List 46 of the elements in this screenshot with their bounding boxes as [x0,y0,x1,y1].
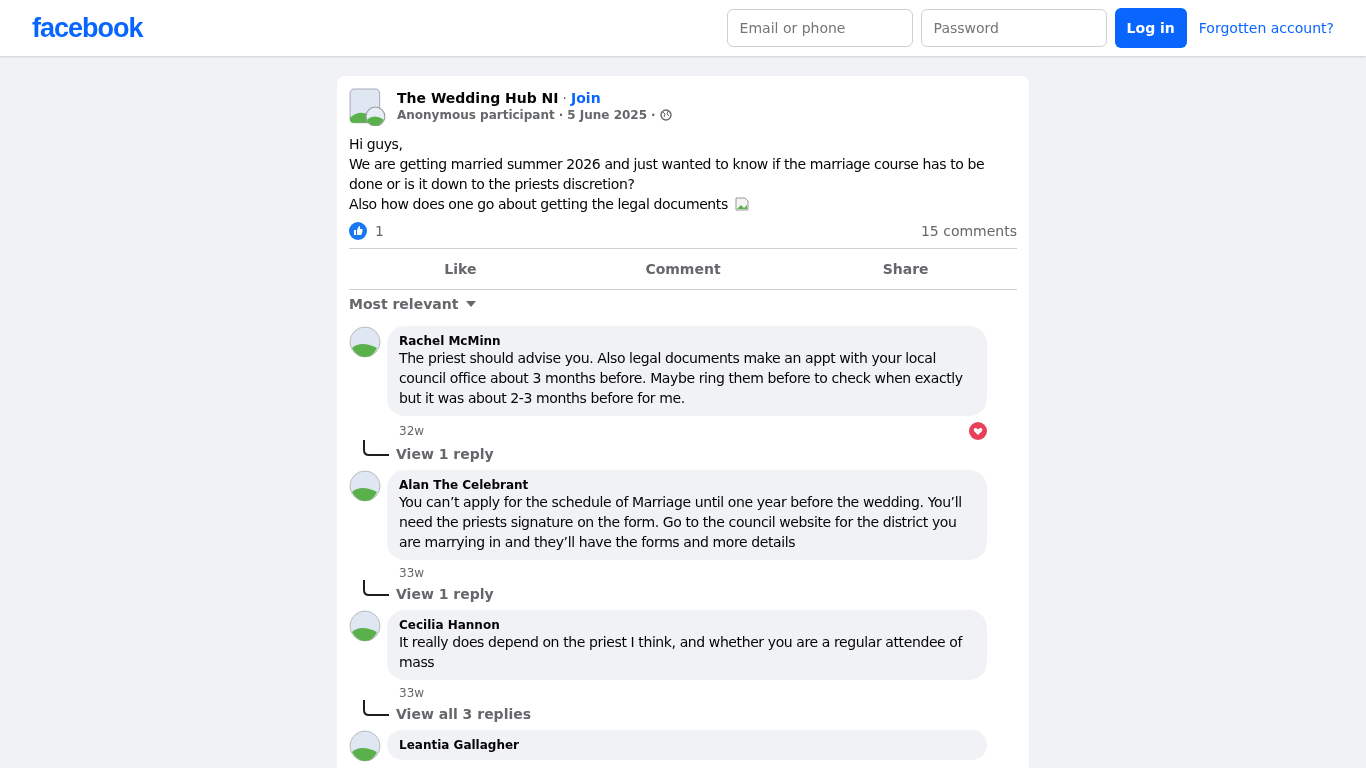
email-field[interactable]: Email or phone [726,9,913,47]
separator-dot: · [558,108,564,122]
avatar-icon[interactable] [349,610,381,642]
comment-text: The priest should advise you. Also legal documents make an appt with your local council office about 3 months before. Maybe ring them before to check when exactly but it was about 2-3 months before for me. [399,349,964,408]
post-text: Hi guys, [349,135,404,154]
comment-time: 32w [399,424,425,438]
view-replies-link[interactable]: View all 3 replies [396,706,532,722]
avatar-icon[interactable] [349,730,381,762]
post-action-button[interactable]: Like [349,253,572,285]
reply-connector-line [362,440,390,458]
group-avatar-icon [349,88,387,126]
commenter-name[interactable]: Rachel McMinn [399,334,975,348]
caret-icon [466,301,477,307]
reply-connector-line [362,580,390,598]
post-text: We are getting married summer 2026 and just wanted to know if the marriage course has to be done or is it down to the priests discretion? [349,155,986,194]
separator-dot: · [651,108,656,122]
join-link[interactable]: Join [571,90,601,106]
facebook-logo[interactable]: facebook [32,12,143,44]
comment-time: 33w [399,566,425,580]
view-replies-link[interactable]: View 1 reply [396,446,494,462]
commenter-name[interactable]: Alan The Celebrant [399,478,975,492]
avatar-icon[interactable] [349,470,381,502]
post-date-link[interactable]: 5 June 2025 [567,108,648,122]
broken-image-icon [733,196,750,212]
password-field[interactable]: Password [920,9,1107,47]
group-name-link[interactable]: The Wedding Hub NI [397,90,559,106]
globe-icon [659,109,672,121]
login-button[interactable]: Log in [1114,8,1187,48]
avatar-icon[interactable] [349,326,381,358]
view-replies-link[interactable]: View 1 reply [396,586,494,602]
post-action-button[interactable]: Comment [571,253,795,285]
comment-time: 33w [399,686,425,700]
post-action-button[interactable]: Share [794,253,1017,285]
sort-dropdown[interactable]: Most relevant [349,296,477,312]
post-author: Anonymous participant [397,108,555,122]
reply-connector-line [362,700,390,718]
forgotten-account-link[interactable]: Forgotten account? [1198,20,1334,36]
commenter-name[interactable]: Cecilia Hannon [399,618,975,632]
post-text: Also how does one go about getting the legal documents [349,194,1017,214]
commenter-name[interactable]: Leantia Gallagher [399,738,975,752]
comment-text: You can’t apply for the schedule of Marriage until one year before the wedding. You’ll need the priests signature on the form. Go to the council website for the district you are marrying in and they’ll have the forms and more details [399,493,963,552]
comments-count-link[interactable]: 15 comments [920,223,1017,239]
separator-dot: · [562,90,567,106]
like-reaction-icon[interactable] [349,222,367,240]
comment-text: It really does depend on the priest I think, and whether you are a regular attendee of mass [399,633,964,672]
like-count: 1 [375,223,384,239]
